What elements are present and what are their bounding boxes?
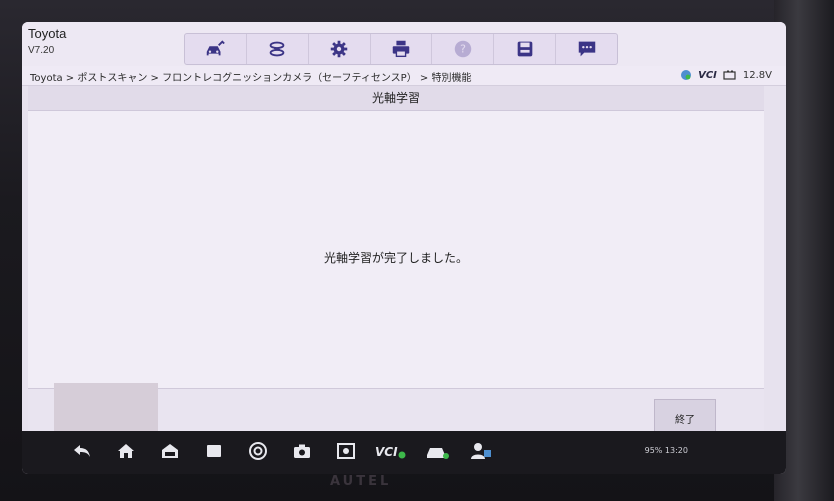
top-bar: Toyota V7.20 ? <box>22 22 786 66</box>
recent-apps-button[interactable] <box>200 440 228 462</box>
camera-icon <box>294 444 310 458</box>
home-button[interactable] <box>185 34 247 64</box>
content-area: 光軸学習が完了しました。 <box>28 111 764 388</box>
chrome-icon <box>249 442 267 460</box>
breadcrumb: Toyota > ポストスキャン > フロントレコグニッションカメラ（セーフティ… <box>30 73 472 84</box>
main-toolbar: ? <box>184 33 618 65</box>
brand-logo: AUTEL <box>330 474 392 489</box>
home-nav-button[interactable] <box>112 440 140 462</box>
function-title-bar: 光軸学習 <box>28 86 764 111</box>
settings-gear-icon <box>330 40 348 58</box>
battery-icon <box>723 70 736 80</box>
page-title: 光軸学習 <box>371 91 420 105</box>
svg-text:VCI: VCI <box>375 445 398 459</box>
user-button[interactable] <box>466 440 496 462</box>
brightness-button[interactable] <box>332 440 360 462</box>
system-status: 95% 13:20 <box>644 446 688 455</box>
home-icon <box>118 444 134 458</box>
vehicle-menu-button[interactable] <box>156 440 184 462</box>
vehicle-home-icon <box>207 40 226 56</box>
redacted-patch <box>54 383 158 431</box>
save-icon <box>517 41 533 57</box>
car-home-icon <box>162 444 178 458</box>
vci-icon: VCI <box>375 445 406 459</box>
diagnostics-button[interactable] <box>247 34 309 64</box>
completion-message: 光軸学習が完了しました。 <box>323 251 468 265</box>
vehicle-button[interactable] <box>422 440 452 462</box>
tablet-screen: Toyota V7.20 ? Toyota > ポストスキャン > フロントレコ… <box>22 22 786 474</box>
android-nav-bar: VCI 95% 13:20 <box>22 431 786 474</box>
app-title: Toyota <box>28 26 67 41</box>
display-settings-icon <box>337 443 355 459</box>
app-version: V7.20 <box>28 45 55 56</box>
recent-apps-icon <box>207 445 221 457</box>
back-button[interactable] <box>68 440 96 462</box>
user-icon <box>471 443 491 459</box>
browser-button[interactable] <box>244 440 272 462</box>
battery-voltage: 12.8V <box>742 69 772 81</box>
diagnostics-icon <box>269 41 285 57</box>
svg-text:?: ? <box>460 43 466 56</box>
camera-button[interactable] <box>288 440 316 462</box>
save-button[interactable] <box>494 34 557 64</box>
back-arrow-icon <box>74 445 90 457</box>
printer-icon <box>392 40 410 58</box>
print-button[interactable] <box>371 34 433 64</box>
breadcrumb-bar: Toyota > ポストスキャン > フロントレコグニッションカメラ（セーフティ… <box>22 66 786 86</box>
help-button[interactable]: ? <box>432 34 495 64</box>
connection-status: VCI 12.8V <box>680 69 772 81</box>
help-icon: ? <box>454 40 472 58</box>
car-icon <box>427 448 449 459</box>
vci-status: VCI <box>698 69 717 81</box>
cloud-sync-icon <box>681 70 692 80</box>
settings-button[interactable] <box>309 34 371 64</box>
messages-button[interactable] <box>556 34 617 64</box>
message-icon <box>578 41 595 57</box>
vci-button[interactable]: VCI <box>374 440 408 462</box>
